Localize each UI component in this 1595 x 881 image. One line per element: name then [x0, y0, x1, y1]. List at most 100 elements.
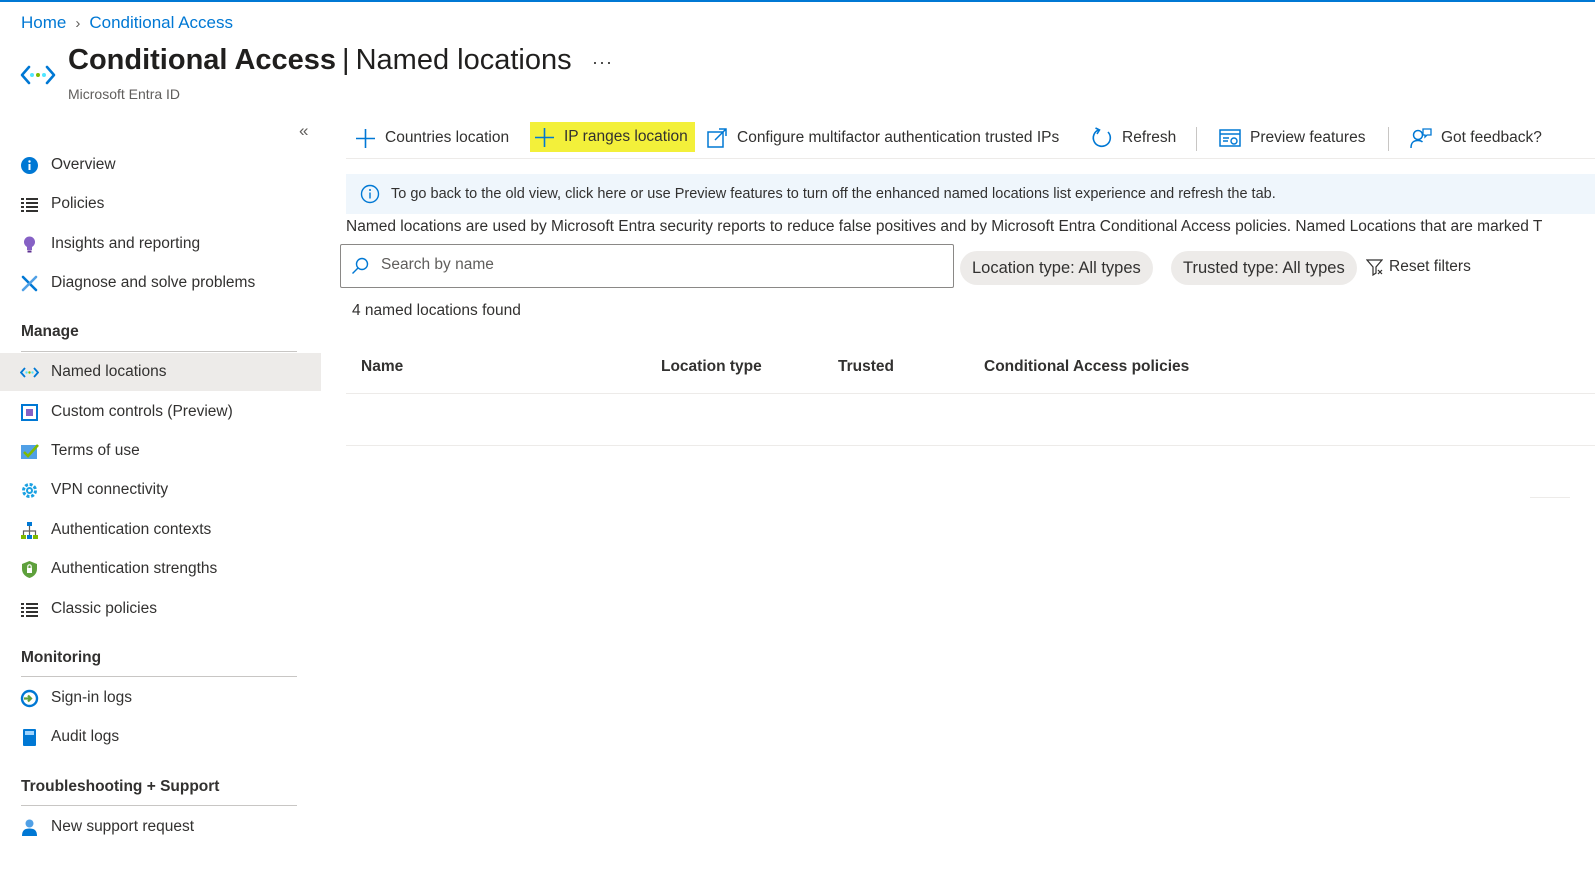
- info-icon: [360, 184, 380, 204]
- sidebar-item-custom-controls[interactable]: Custom controls (Preview): [0, 393, 321, 431]
- sidebar-item-new-support-request[interactable]: New support request: [0, 808, 321, 846]
- reset-filters-label: Reset filters: [1389, 258, 1471, 275]
- location-type-filter[interactable]: Location type: All types: [960, 251, 1153, 285]
- filter-clear-icon: [1366, 258, 1383, 276]
- preview-features-label: Preview features: [1250, 129, 1366, 146]
- sidebar-item-auth-strengths[interactable]: Authentication strengths: [0, 550, 321, 588]
- named-locations-icon: [20, 367, 39, 378]
- sidebar-item-label: New support request: [51, 818, 195, 835]
- wrench-icon: [21, 275, 38, 292]
- got-feedback-label: Got feedback?: [1441, 129, 1542, 146]
- person-icon: [22, 819, 37, 836]
- hierarchy-icon: [21, 522, 38, 539]
- external-link-icon: [707, 128, 727, 148]
- ip-ranges-location-button[interactable]: IP ranges location: [530, 122, 695, 152]
- sidebar-item-label: Overview: [51, 156, 116, 173]
- search-input[interactable]: [379, 255, 943, 275]
- section-support: Troubleshooting + Support: [21, 778, 220, 795]
- list-icon: [21, 603, 38, 617]
- command-bar: Countries location IP ranges location Co…: [346, 118, 1595, 158]
- named-locations-icon: [20, 65, 56, 85]
- sidebar-item-terms-of-use[interactable]: Terms of use: [0, 432, 321, 470]
- preview-features-icon: [1219, 129, 1241, 147]
- sidebar-item-classic-policies[interactable]: Classic policies: [0, 590, 321, 628]
- add-icon: [356, 128, 375, 148]
- sign-in-icon: [20, 689, 39, 708]
- reset-filters-button[interactable]: Reset filters: [1366, 258, 1471, 276]
- table-header-divider: [346, 393, 1595, 394]
- column-header-trusted[interactable]: Trusted: [838, 358, 894, 376]
- shield-icon: [22, 561, 37, 578]
- column-header-ca-policies[interactable]: Conditional Access policies: [984, 358, 1189, 376]
- sidebar-item-label: Diagnose and solve problems: [51, 274, 256, 291]
- lightbulb-icon: [24, 236, 35, 253]
- refresh-icon: [1092, 127, 1112, 148]
- section-divider: [21, 805, 297, 806]
- collapse-sidebar-button[interactable]: «: [299, 121, 308, 141]
- page-title-main: Conditional Access: [68, 44, 337, 76]
- sidebar-item-policies[interactable]: Policies: [0, 185, 321, 223]
- column-header-location-type[interactable]: Location type: [661, 358, 762, 376]
- info-banner[interactable]: To go back to the old view, click here o…: [346, 174, 1595, 214]
- section-manage: Manage: [21, 323, 79, 340]
- sidebar-item-label: Policies: [51, 195, 105, 212]
- configure-mfa-trusted-ips-button[interactable]: Configure multifactor authentication tru…: [706, 118, 1059, 158]
- search-icon: [352, 257, 369, 274]
- ip-ranges-location-label: IP ranges location: [564, 128, 688, 145]
- breadcrumb: Home › Conditional Access: [21, 13, 233, 33]
- refresh-button[interactable]: Refresh: [1091, 118, 1176, 158]
- preview-features-button[interactable]: Preview features: [1219, 118, 1365, 158]
- sidebar-item-label: Custom controls (Preview): [51, 403, 233, 420]
- sidebar-item-label: Classic policies: [51, 600, 157, 617]
- more-options-button[interactable]: ···: [592, 52, 613, 73]
- sidebar-item-label: VPN connectivity: [51, 481, 169, 498]
- sidebar-item-label: Named locations: [51, 363, 167, 380]
- sidebar-item-label: Audit logs: [51, 728, 120, 745]
- sidebar-item-label: Authentication contexts: [51, 521, 212, 538]
- trusted-type-filter[interactable]: Trusted type: All types: [1171, 251, 1357, 285]
- sidebar-item-vpn[interactable]: VPN connectivity: [0, 471, 321, 509]
- sidebar-item-sign-in-logs[interactable]: Sign-in logs: [0, 679, 321, 717]
- page-title: Conditional Access | Named locations: [68, 44, 572, 77]
- refresh-label: Refresh: [1122, 129, 1177, 146]
- toolbar-divider: [1196, 127, 1197, 151]
- page-description: Named locations are used by Microsoft En…: [346, 218, 1543, 235]
- breadcrumb-separator: ›: [75, 14, 81, 32]
- info-icon: [21, 157, 38, 174]
- got-feedback-button[interactable]: Got feedback?: [1410, 118, 1542, 158]
- section-divider: [21, 676, 297, 677]
- sidebar-item-overview[interactable]: Overview: [0, 146, 321, 184]
- add-icon: [535, 127, 554, 147]
- list-icon: [21, 198, 38, 212]
- checkmark-icon: [21, 444, 39, 459]
- table-row-divider: [346, 445, 1595, 446]
- page-title-separator: |: [342, 44, 350, 76]
- custom-controls-icon: [21, 404, 38, 421]
- page-title-page: Named locations: [355, 44, 572, 76]
- book-icon: [23, 729, 36, 746]
- results-count: 4 named locations found: [352, 302, 521, 319]
- sidebar-item-insights[interactable]: Insights and reporting: [0, 225, 321, 263]
- section-divider: [21, 351, 297, 352]
- sidebar-item-label: Sign-in logs: [51, 689, 132, 706]
- breadcrumb-home[interactable]: Home: [21, 13, 66, 33]
- feedback-icon: [1410, 128, 1432, 149]
- sidebar-item-diagnose[interactable]: Diagnose and solve problems: [0, 264, 321, 302]
- search-box[interactable]: [340, 244, 954, 288]
- sidebar-item-auth-contexts[interactable]: Authentication contexts: [0, 511, 321, 549]
- sidebar-item-label: Authentication strengths: [51, 560, 218, 577]
- sidebar-item-label: Terms of use: [51, 442, 140, 459]
- table-row-divider: [1530, 497, 1570, 498]
- countries-location-label: Countries location: [385, 129, 510, 146]
- sidebar-item-audit-logs[interactable]: Audit logs: [0, 718, 321, 756]
- sidebar-item-named-locations[interactable]: Named locations: [0, 353, 321, 391]
- section-monitoring: Monitoring: [21, 649, 102, 666]
- info-banner-text: To go back to the old view, click here o…: [391, 186, 1276, 202]
- command-bar-divider: [346, 158, 1595, 159]
- configure-mfa-label: Configure multifactor authentication tru…: [737, 129, 1060, 146]
- toolbar-divider: [1388, 127, 1389, 151]
- countries-location-button[interactable]: Countries location: [355, 118, 509, 158]
- page-subtitle: Microsoft Entra ID: [68, 86, 181, 102]
- column-header-name[interactable]: Name: [361, 358, 403, 376]
- breadcrumb-conditional-access[interactable]: Conditional Access: [89, 13, 233, 33]
